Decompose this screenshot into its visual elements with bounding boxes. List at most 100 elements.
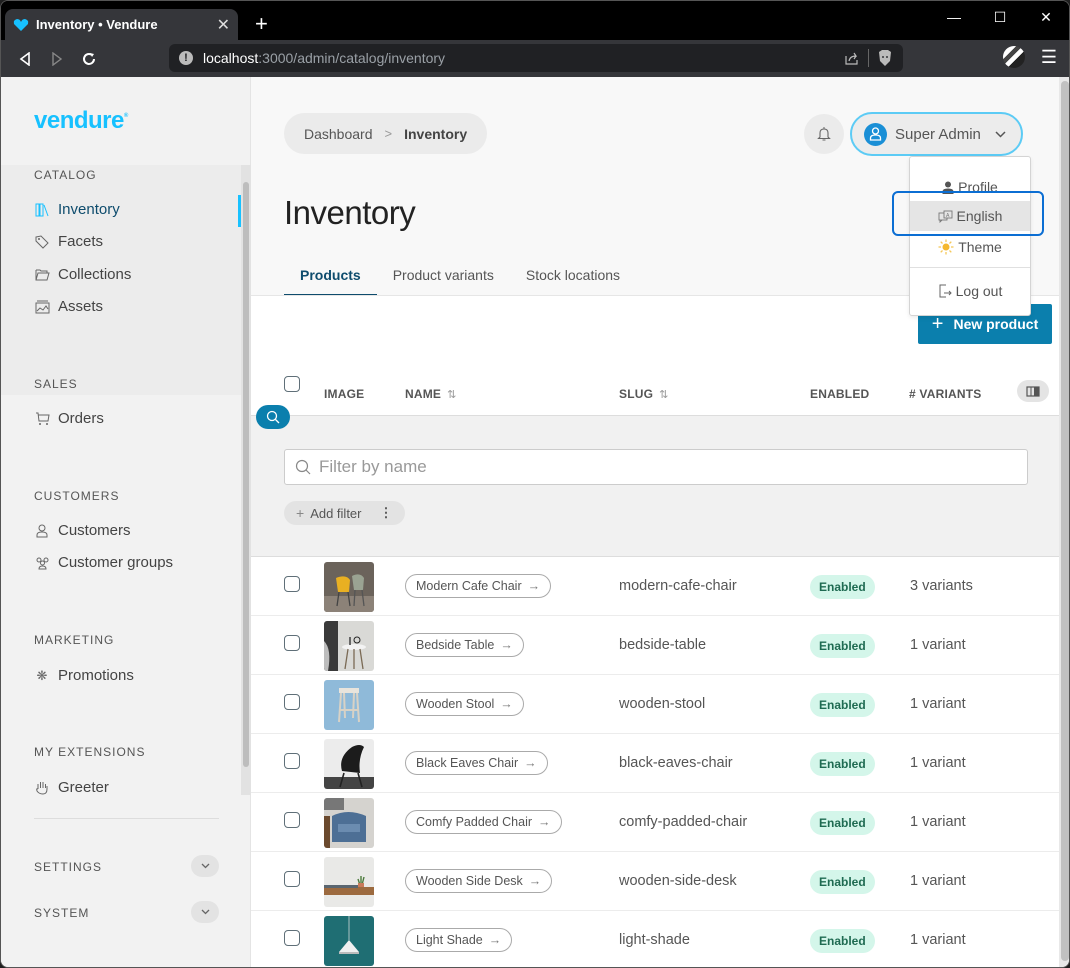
breadcrumb-dashboard[interactable]: Dashboard	[304, 126, 373, 142]
row-checkbox[interactable]	[284, 635, 300, 651]
menu-item-profile[interactable]: Profile	[910, 172, 1030, 202]
share-icon[interactable]	[844, 50, 860, 66]
variant-count: 1 variant	[910, 814, 966, 830]
browser-menu-icon[interactable]: ☰	[1041, 47, 1057, 68]
breadcrumb: Dashboard > Inventory	[284, 113, 488, 154]
more-options-icon[interactable]: ⋮	[380, 505, 393, 521]
product-slug: bedside-table	[619, 637, 707, 653]
tab-stock-locations[interactable]: Stock locations	[510, 259, 636, 296]
user-menu-button[interactable]: Super Admin	[850, 112, 1023, 156]
menu-item-logout[interactable]: Log out	[910, 276, 1030, 306]
status-badge: Enabled	[810, 929, 875, 953]
column-header-enabled: ENABLED	[810, 387, 870, 401]
product-thumbnail[interactable]	[324, 916, 374, 966]
menu-item-language[interactable]: A English	[910, 201, 1030, 231]
product-thumbnail[interactable]	[324, 857, 374, 907]
row-checkbox[interactable]	[284, 694, 300, 710]
site-info-icon[interactable]: !	[179, 51, 193, 65]
arrow-right-icon: →	[524, 756, 537, 770]
column-header-slug[interactable]: SLUG ⇅	[619, 387, 669, 401]
product-name-link[interactable]: Wooden Stool →	[405, 692, 524, 716]
toggle-search-button[interactable]	[256, 405, 290, 429]
nav-section-my-extensions: MY EXTENSIONS	[34, 745, 146, 759]
product-thumbnail[interactable]	[324, 739, 374, 789]
library-icon	[34, 202, 50, 218]
back-button[interactable]	[9, 45, 41, 73]
sidebar-scrollbar-thumb[interactable]	[243, 182, 249, 767]
product-name-link[interactable]: Modern Cafe Chair →	[405, 574, 552, 598]
row-checkbox[interactable]	[284, 753, 300, 769]
reload-button[interactable]	[73, 45, 105, 73]
maximize-button[interactable]: ☐	[977, 1, 1023, 33]
sidebar-item-customers[interactable]: Customers	[34, 522, 131, 539]
settings-expand-button[interactable]	[191, 855, 219, 877]
tab-products[interactable]: Products	[284, 259, 377, 296]
brave-shield-icon[interactable]	[877, 49, 893, 67]
product-name-link[interactable]: Light Shade →	[405, 928, 513, 952]
tab-close-icon[interactable]: ✕	[217, 15, 230, 35]
sidebar-item-greeter[interactable]: Greeter	[34, 779, 109, 796]
product-slug: light-shade	[619, 932, 690, 948]
status-badge: Enabled	[810, 752, 875, 776]
back-arrow-icon	[19, 51, 30, 66]
column-settings-button[interactable]	[1017, 380, 1049, 402]
bell-icon	[817, 127, 831, 141]
sidebar-item-facets[interactable]: Facets	[34, 233, 103, 250]
menu-item-theme[interactable]: Theme	[910, 232, 1030, 262]
system-expand-button[interactable]	[191, 901, 219, 923]
filter-by-name-input[interactable]	[284, 449, 1028, 485]
product-thumbnail[interactable]	[324, 680, 374, 730]
select-all-checkbox[interactable]	[284, 376, 300, 392]
row-checkbox[interactable]	[284, 930, 300, 946]
column-header-variants: # VARIANTS	[909, 387, 982, 401]
arrow-right-icon: →	[488, 933, 502, 947]
product-thumbnail[interactable]	[324, 562, 374, 612]
product-name-link[interactable]: Bedside Table →	[405, 633, 524, 657]
forward-button[interactable]	[41, 45, 73, 73]
sort-icon[interactable]: ⇅	[447, 389, 456, 401]
row-checkbox[interactable]	[284, 812, 300, 828]
nav-section-settings[interactable]: SETTINGS	[34, 860, 102, 874]
browser-toolbar: ! localhost:3000/admin/catalog/inventory…	[1, 40, 1069, 77]
sidebar-item-orders[interactable]: Orders	[34, 410, 104, 427]
shopping-cart-icon	[34, 411, 50, 427]
filter-input-field[interactable]	[319, 457, 1027, 477]
new-tab-button[interactable]: +	[255, 11, 268, 37]
variant-count: 1 variant	[910, 755, 966, 771]
user-name: Super Admin	[895, 125, 981, 143]
sidebar-item-collections[interactable]: Collections	[34, 266, 131, 283]
products-table-body: Modern Cafe Chair → modern-cafe-chair Ena…	[251, 557, 1059, 967]
notifications-button[interactable]	[804, 114, 844, 154]
browser-tab[interactable]: Inventory • Vendure ✕	[5, 9, 238, 40]
tab-product-variants[interactable]: Product variants	[377, 259, 510, 296]
row-checkbox[interactable]	[284, 871, 300, 887]
browser-window: Inventory • Vendure ✕ + — ☐ ✕ ! localhos…	[0, 0, 1070, 968]
product-name-link[interactable]: Comfy Padded Chair →	[405, 810, 562, 834]
column-header-name[interactable]: NAME ⇅	[405, 387, 457, 401]
nav-section-catalog: CATALOG	[34, 168, 97, 182]
sidebar-item-inventory[interactable]: Inventory	[34, 201, 120, 218]
close-window-button[interactable]: ✕	[1023, 1, 1069, 33]
sidebar-divider	[34, 818, 219, 819]
product-thumbnail[interactable]	[324, 798, 374, 848]
tab-bar: Products Product variants Stock location…	[284, 259, 654, 296]
address-bar[interactable]: ! localhost:3000/admin/catalog/inventory	[169, 44, 903, 72]
filter-area	[251, 416, 1059, 557]
vendure-logo[interactable]: vendure®	[34, 107, 128, 135]
sidebar-item-customer-groups[interactable]: Customer groups	[34, 554, 173, 571]
nav-section-system[interactable]: SYSTEM	[34, 906, 89, 920]
row-checkbox[interactable]	[284, 576, 300, 592]
sidebar-item-promotions[interactable]: ❋ Promotions	[34, 667, 134, 684]
sidebar-item-assets[interactable]: Assets	[34, 298, 103, 315]
add-filter-button[interactable]: + Add filter ⋮	[284, 501, 405, 525]
browser-profile-icon[interactable]	[1002, 46, 1025, 68]
image-gallery-icon	[34, 299, 50, 315]
main-scrollbar-thumb[interactable]	[1061, 81, 1069, 961]
product-name-link[interactable]: Wooden Side Desk →	[405, 869, 553, 893]
url-text[interactable]: localhost:3000/admin/catalog/inventory	[203, 50, 844, 66]
product-name-link[interactable]: Black Eaves Chair →	[405, 751, 548, 775]
minimize-button[interactable]: —	[931, 1, 977, 33]
product-thumbnail[interactable]	[324, 621, 374, 671]
sort-icon[interactable]: ⇅	[659, 389, 668, 401]
status-badge: Enabled	[810, 575, 875, 599]
